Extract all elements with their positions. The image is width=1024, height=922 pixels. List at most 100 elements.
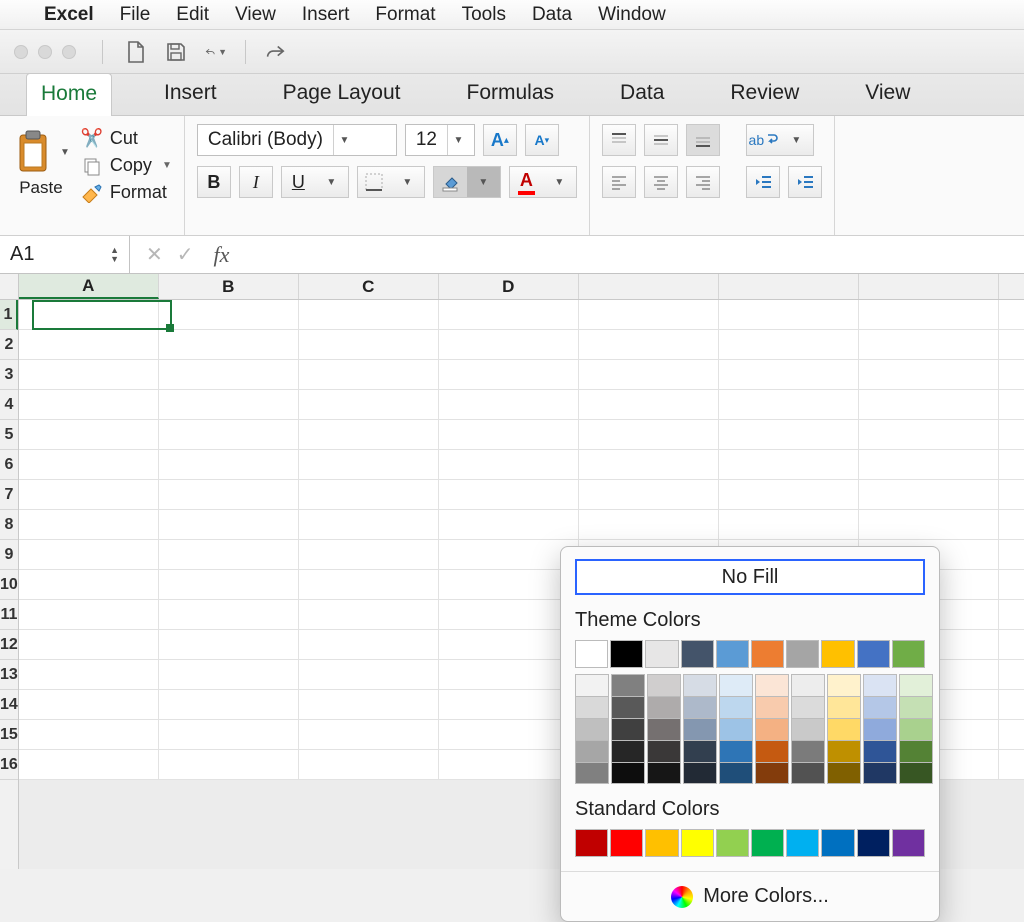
cell[interactable] [999,600,1024,630]
menu-window[interactable]: Window [598,4,666,26]
app-name[interactable]: Excel [44,4,94,26]
cell[interactable] [579,450,719,480]
font-name-combo[interactable]: Calibri (Body) ▼ [197,124,397,156]
cell[interactable] [19,510,159,540]
color-swatch[interactable] [791,674,825,696]
cell[interactable] [159,480,299,510]
cell[interactable] [859,330,999,360]
cell[interactable] [159,690,299,720]
color-swatch[interactable] [863,762,897,784]
menu-format[interactable]: Format [375,4,435,26]
color-swatch[interactable] [863,674,897,696]
color-swatch[interactable] [719,762,753,784]
color-swatch[interactable] [575,762,609,784]
color-swatch[interactable] [827,696,861,718]
cell[interactable] [859,480,999,510]
italic-button[interactable]: I [239,166,273,198]
row-header[interactable]: 5 [0,420,18,450]
color-swatch[interactable] [683,674,717,696]
cell[interactable] [159,600,299,630]
cell[interactable] [159,450,299,480]
cell[interactable] [439,510,579,540]
name-box-spinner[interactable]: ▲▼ [110,246,119,264]
underline-button[interactable]: U [281,166,315,198]
color-swatch[interactable] [610,829,643,857]
color-swatch[interactable] [791,740,825,762]
cell[interactable] [859,510,999,540]
row-header[interactable]: 14 [0,690,18,720]
cell[interactable] [439,450,579,480]
color-swatch[interactable] [857,640,890,668]
color-swatch[interactable] [719,740,753,762]
borders-dropdown-icon[interactable]: ▼ [391,166,425,198]
align-right-button[interactable] [686,166,720,198]
cell[interactable] [159,570,299,600]
row-header[interactable]: 4 [0,390,18,420]
cell[interactable] [999,660,1024,690]
cell[interactable] [439,330,579,360]
cell[interactable] [579,360,719,390]
cell[interactable] [439,660,579,690]
underline-dropdown-icon[interactable]: ▼ [315,166,349,198]
cell[interactable] [19,390,159,420]
cell[interactable] [999,480,1024,510]
cell[interactable] [299,360,439,390]
cell[interactable] [159,630,299,660]
cell[interactable] [299,660,439,690]
cell[interactable] [999,570,1024,600]
row-header[interactable]: 2 [0,330,18,360]
cell[interactable] [579,510,719,540]
color-swatch[interactable] [645,829,678,857]
cell[interactable] [159,420,299,450]
new-file-icon[interactable] [125,41,147,63]
row-header[interactable]: 12 [0,630,18,660]
cell[interactable] [999,630,1024,660]
borders-button[interactable] [357,166,391,198]
color-swatch[interactable] [683,762,717,784]
close-window-button[interactable] [14,45,28,59]
select-all-corner[interactable] [0,274,18,300]
row-header[interactable]: 10 [0,570,18,600]
cell[interactable] [859,390,999,420]
decrease-indent-button[interactable] [746,166,780,198]
color-swatch[interactable] [681,640,714,668]
color-swatch[interactable] [611,674,645,696]
fill-color-dropdown-icon[interactable]: ▼ [467,166,501,198]
font-size-combo[interactable]: 12 ▼ [405,124,475,156]
cell[interactable] [159,660,299,690]
cell[interactable] [299,390,439,420]
cell[interactable] [439,360,579,390]
cell[interactable] [859,360,999,390]
color-swatch[interactable] [899,696,933,718]
color-swatch[interactable] [610,640,643,668]
cell[interactable] [439,570,579,600]
color-swatch[interactable] [755,762,789,784]
cell[interactable] [299,450,439,480]
color-swatch[interactable] [575,640,608,668]
cell[interactable] [299,330,439,360]
cell[interactable] [439,720,579,750]
color-swatch[interactable] [647,740,681,762]
color-swatch[interactable] [899,718,933,740]
color-swatch[interactable] [863,718,897,740]
fill-color-button[interactable] [433,166,467,198]
align-left-button[interactable] [602,166,636,198]
column-header[interactable] [859,274,999,299]
column-header[interactable] [719,274,859,299]
cell[interactable] [19,360,159,390]
cell[interactable] [19,540,159,570]
cell[interactable] [719,420,859,450]
cell[interactable] [299,300,439,330]
align-top-button[interactable] [602,124,636,156]
decrease-font-button[interactable]: A▾ [525,124,559,156]
font-color-button[interactable]: A [509,166,543,198]
cell[interactable] [19,750,159,780]
cell[interactable] [859,300,999,330]
cell[interactable] [999,360,1024,390]
increase-font-button[interactable]: A▴ [483,124,517,156]
copy-dropdown-icon[interactable]: ▼ [162,160,172,171]
column-header[interactable] [579,274,719,299]
cell[interactable] [159,750,299,780]
name-box[interactable]: A1 ▲▼ [0,236,130,273]
color-swatch[interactable] [611,696,645,718]
